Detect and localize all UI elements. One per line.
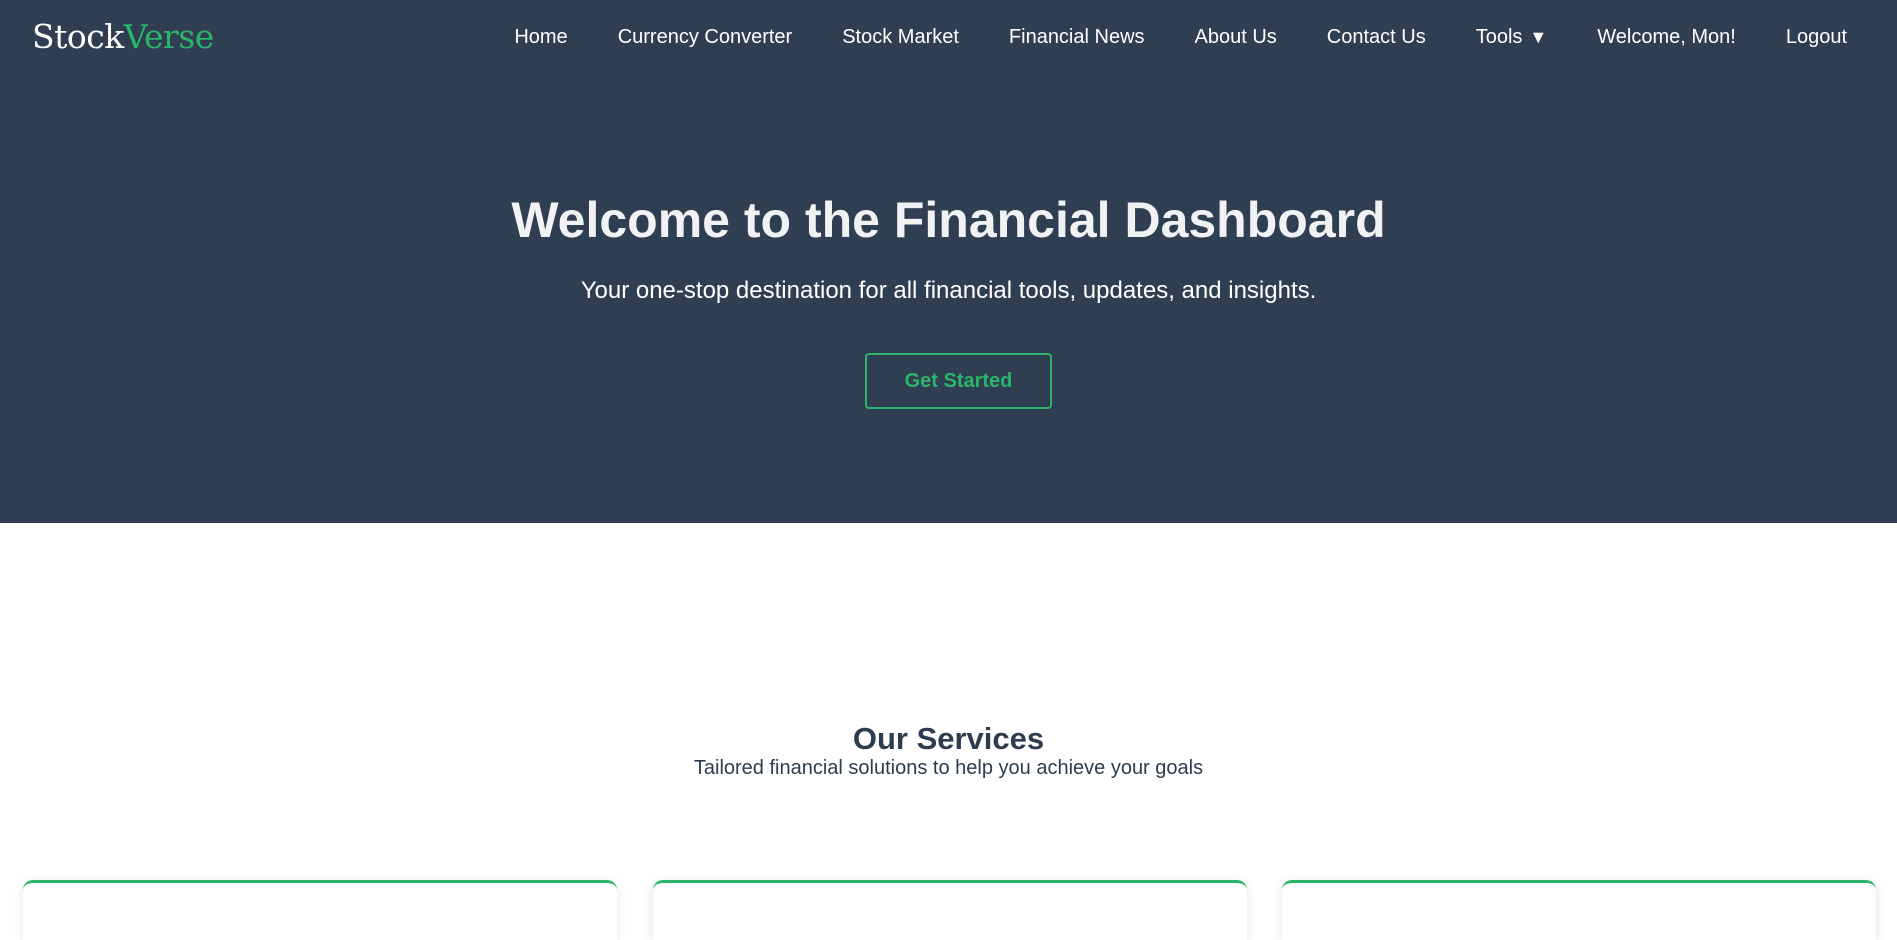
nav-item-label: Financial News: [1008, 26, 1145, 48]
nav-item-welcome-user[interactable]: Welcome, Mon!: [1597, 24, 1736, 50]
services-title: Our Services: [852, 721, 1045, 756]
nav-links: Home Currency Converter Stock Market Fin…: [514, 24, 1847, 50]
hero-section: StockVerse Home Currency Converter Stock…: [0, 0, 1897, 523]
nav-item-label: Contact Us: [1326, 26, 1426, 48]
hero-subtitle: Your one-stop destination for all financ…: [580, 277, 1317, 304]
get-started-button[interactable]: Get Started: [865, 353, 1052, 409]
services-subtitle: Tailored financial solutions to help you…: [693, 757, 1204, 779]
logo-text-verse: Verse: [123, 17, 215, 56]
nav-item-tools-dropdown[interactable]: Tools ▼: [1476, 24, 1548, 50]
service-card: [23, 880, 617, 940]
nav-item-stock-market[interactable]: Stock Market: [842, 24, 959, 50]
nav-item-financial-news[interactable]: Financial News: [1009, 24, 1145, 50]
nav-item-label: Logout: [1785, 26, 1847, 48]
service-card: [1282, 880, 1876, 940]
nav-item-label: Tools: [1475, 26, 1523, 48]
caret-down-icon: ▼: [1529, 27, 1548, 47]
navbar: StockVerse Home Currency Converter Stock…: [0, 0, 1897, 74]
service-card: [653, 880, 1247, 940]
nav-item-label: Home: [514, 26, 568, 48]
logo[interactable]: StockVerse: [32, 18, 214, 56]
nav-item-home[interactable]: Home: [514, 24, 567, 50]
nav-item-label: Currency Converter: [617, 26, 793, 48]
hero-title: Welcome to the Financial Dashboard: [511, 192, 1386, 248]
nav-item-logout[interactable]: Logout: [1786, 24, 1847, 50]
nav-item-label: Stock Market: [842, 26, 959, 48]
nav-item-contact-us[interactable]: Contact Us: [1327, 24, 1426, 50]
logo-text-stock: Stock: [32, 17, 124, 56]
nav-item-currency-converter[interactable]: Currency Converter: [618, 24, 793, 50]
nav-item-label: Welcome, Mon!: [1597, 26, 1736, 48]
nav-item-label: About Us: [1194, 26, 1277, 48]
nav-item-about-us[interactable]: About Us: [1195, 24, 1277, 50]
